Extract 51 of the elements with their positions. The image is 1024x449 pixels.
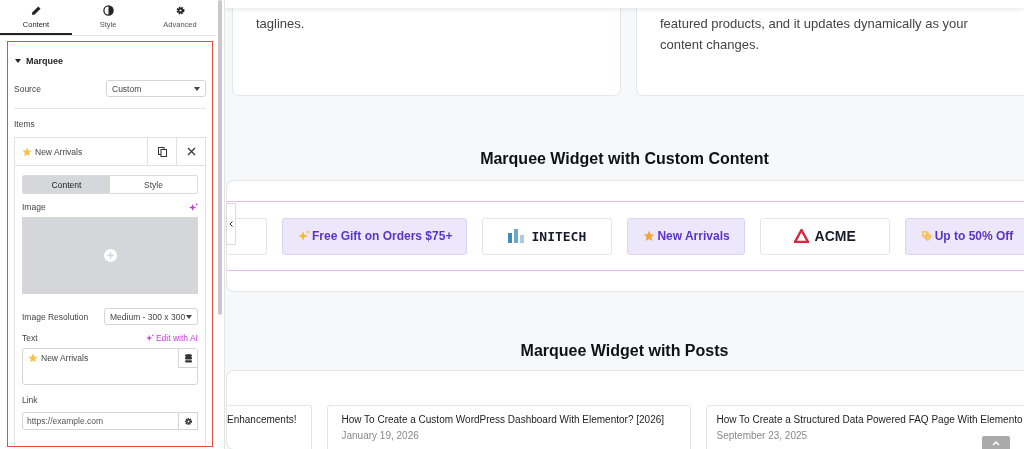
post-date: September 23, 2025 xyxy=(716,430,809,441)
field-label: Image Resolution xyxy=(22,311,89,322)
star-icon xyxy=(643,230,656,242)
sparkle-icon[interactable] xyxy=(189,202,198,212)
dynamic-tags-button[interactable] xyxy=(178,349,197,368)
settings-icon xyxy=(183,416,193,426)
settings-button[interactable] xyxy=(179,412,198,430)
database-icon xyxy=(184,353,192,363)
field-label: Items xyxy=(14,119,35,129)
settings-icon xyxy=(174,4,186,16)
field-label: Image xyxy=(22,202,46,212)
bar-chart-icon xyxy=(508,229,526,243)
collapse-handle[interactable] xyxy=(226,203,236,245)
card-text: featured products, and it updates dynamically as your content changes. xyxy=(659,15,968,54)
star-icon xyxy=(28,353,38,363)
sparkle-icon xyxy=(145,334,154,342)
star-icon xyxy=(22,146,32,157)
post-title[interactable]: How To Create a Structured Data Powered FAQ Page With Elemento xyxy=(716,414,1024,425)
chevron-up-icon xyxy=(992,440,1000,446)
section-heading: Marquee Widget with Posts xyxy=(520,341,729,360)
item-title[interactable]: New Arrivals xyxy=(15,138,147,165)
pencil-icon xyxy=(30,4,42,16)
edit-with-ai-link[interactable]: Edit with AI xyxy=(145,333,198,343)
field-label: Link xyxy=(22,395,38,405)
card-text: taglines. xyxy=(255,15,305,33)
marquee-badge: New Arrivals xyxy=(627,217,745,255)
subtab[interactable]: Style xyxy=(110,176,197,193)
chevron-left-icon xyxy=(229,221,233,227)
scrollbar[interactable] xyxy=(218,0,222,315)
marquee-badge: Free Gift on Orders $75+ xyxy=(282,217,468,255)
post-title[interactable]: Enhancements! xyxy=(227,414,297,425)
marquee-badge: Up to 50% Off xyxy=(904,217,1024,255)
section-heading: Marquee Widget with Custom Content xyxy=(480,149,769,168)
post-date: January 19, 2026 xyxy=(341,430,420,441)
sparkle-icon xyxy=(298,230,310,242)
field-label: Source xyxy=(14,83,41,94)
subtab[interactable]: Content xyxy=(23,176,110,193)
text-area[interactable]: New Arrivals xyxy=(22,348,198,385)
logo-card: ACME xyxy=(759,217,890,255)
copy-icon xyxy=(157,146,167,157)
contrast-icon xyxy=(102,4,114,16)
source-select[interactable]: Custom xyxy=(106,80,206,97)
close-icon xyxy=(186,147,196,156)
triangle-icon xyxy=(793,229,809,243)
section-header[interactable]: Marquee xyxy=(15,56,63,66)
field-label: Text xyxy=(22,333,38,343)
resolution-select[interactable]: Medium - 300 x 300 xyxy=(104,308,198,325)
logo-card: INITECH xyxy=(482,217,613,255)
link-input[interactable]: https://example.com xyxy=(22,412,179,430)
tag-icon xyxy=(920,230,933,242)
post-title[interactable]: How To Create a Custom WordPress Dashboard With Elementor? [2026] xyxy=(341,414,680,425)
